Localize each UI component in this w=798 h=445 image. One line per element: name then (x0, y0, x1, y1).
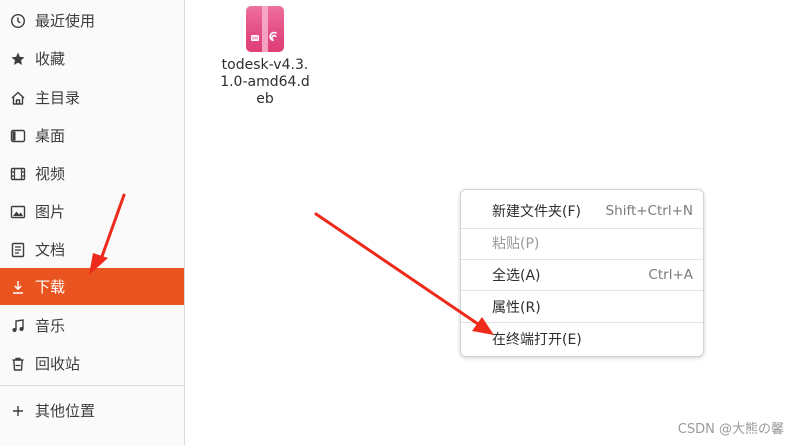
menu-item-shortcut: Ctrl+A (648, 267, 693, 283)
menu-item-properties[interactable]: 属性(R) (461, 291, 703, 323)
clock-icon (9, 12, 27, 30)
sidebar-item-label: 下载 (35, 278, 66, 296)
menu-item-open-in-terminal[interactable]: 在终端打开(E) (461, 323, 703, 355)
menu-item-shortcut: Shift+Ctrl+N (605, 203, 693, 219)
sidebar-item-recent[interactable]: 最近使用 (0, 2, 184, 39)
film-icon (9, 165, 27, 183)
plus-icon (9, 402, 27, 420)
music-icon (9, 317, 27, 335)
download-icon (9, 278, 27, 296)
sidebar-item-desktop[interactable]: 桌面 (0, 117, 184, 154)
sidebar-item-trash[interactable]: 回收站 (0, 345, 184, 382)
sidebar-item-label: 视频 (35, 165, 66, 183)
home-icon (9, 89, 27, 107)
sidebar-item-label: 主目录 (35, 89, 81, 107)
sidebar-item-label: 最近使用 (35, 12, 96, 30)
file-manager-window: 最近使用 收藏 主目录 桌面 视频 图片 文档 下载 音乐 回收站 其他位置 t… (0, 0, 798, 445)
sidebar-item-videos[interactable]: 视频 (0, 155, 184, 192)
image-icon (9, 203, 27, 221)
sidebar-item-label: 文档 (35, 241, 66, 259)
sidebar-item-home[interactable]: 主目录 (0, 79, 184, 116)
sidebar-item-label: 收藏 (35, 50, 66, 68)
desktop-icon (9, 127, 27, 145)
menu-item-select-all[interactable]: 全选(A) Ctrl+A (461, 259, 703, 291)
menu-item-label: 全选(A) (492, 268, 541, 284)
context-menu: 新建文件夹(F) Shift+Ctrl+N 粘贴(P) 全选(A) Ctrl+A… (460, 189, 704, 357)
sidebar-item-label: 回收站 (35, 355, 81, 373)
sidebar-item-other-locations[interactable]: 其他位置 (0, 392, 184, 429)
menu-item-label: 新建文件夹(F) (492, 204, 581, 220)
sidebar-item-label: 音乐 (35, 317, 66, 335)
sidebar-item-starred[interactable]: 收藏 (0, 40, 184, 77)
menu-item-label: 粘贴(P) (492, 236, 540, 252)
sidebar-item-pictures[interactable]: 图片 (0, 193, 184, 230)
sidebar-item-downloads[interactable]: 下载 (0, 268, 184, 305)
watermark: CSDN @大熊の馨 (677, 422, 784, 437)
sidebar-item-label: 其他位置 (35, 402, 96, 420)
sidebar: 最近使用 收藏 主目录 桌面 视频 图片 文档 下载 音乐 回收站 其他位置 (0, 0, 185, 445)
file-name: todesk-v4.3.1.0-amd64.deb (220, 57, 310, 107)
deb-package-icon (220, 5, 310, 53)
sidebar-item-documents[interactable]: 文档 (0, 231, 184, 268)
sidebar-item-music[interactable]: 音乐 (0, 307, 184, 344)
menu-item-paste[interactable]: 粘贴(P) (461, 227, 703, 259)
menu-item-label: 在终端打开(E) (492, 332, 582, 348)
menu-item-new-folder[interactable]: 新建文件夹(F) Shift+Ctrl+N (461, 195, 703, 227)
sidebar-divider (0, 385, 184, 386)
trash-icon (9, 355, 27, 373)
file-item[interactable]: todesk-v4.3.1.0-amd64.deb (220, 5, 310, 108)
document-icon (9, 241, 27, 259)
sidebar-item-label: 桌面 (35, 127, 66, 145)
sidebar-item-label: 图片 (35, 203, 66, 221)
menu-item-label: 属性(R) (492, 300, 541, 316)
star-icon (9, 50, 27, 68)
